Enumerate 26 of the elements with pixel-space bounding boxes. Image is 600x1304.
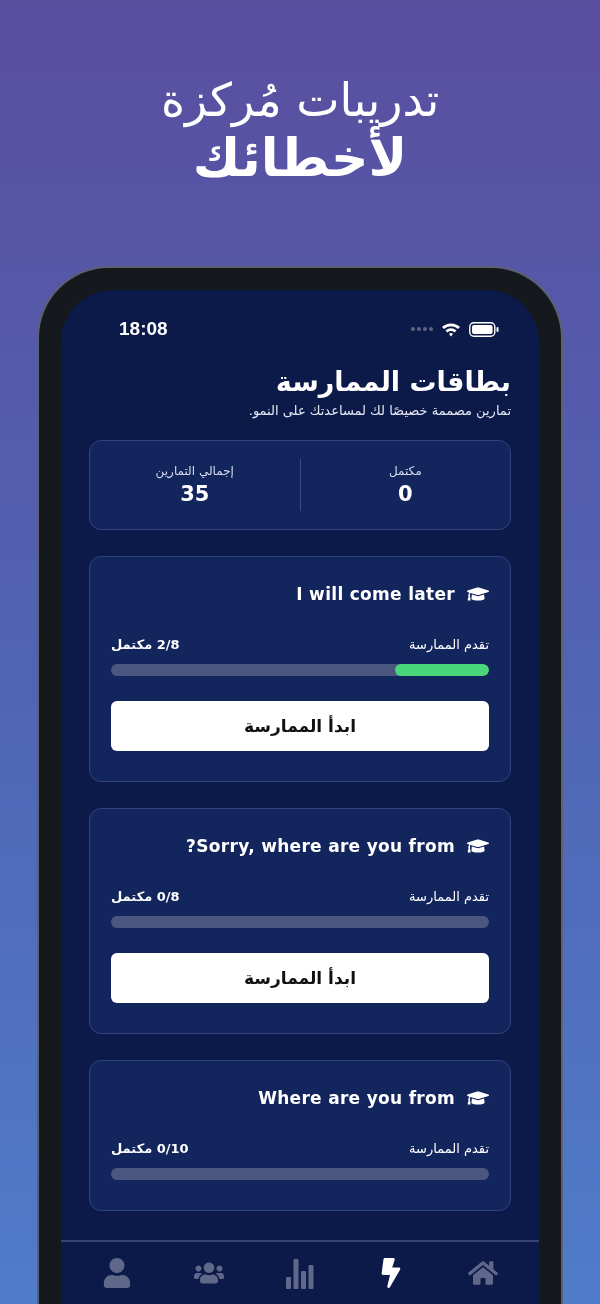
progress-count: 0/8 مكتمل <box>111 889 180 904</box>
status-time: 18:08 <box>119 318 168 340</box>
home-icon <box>468 1258 498 1288</box>
page-title: بطاقات الممارسة <box>274 366 511 397</box>
stat-value: 35 <box>180 482 210 506</box>
progress-label: تقدم الممارسة <box>409 1141 489 1156</box>
signal-dots-icon <box>411 327 433 331</box>
headline: تدريبات مُركزة <box>160 72 440 128</box>
card-title: Where are you from <box>258 1088 455 1108</box>
stat-label: مكتمل <box>388 464 422 478</box>
progress-label: تقدم الممارسة <box>409 889 489 904</box>
user-icon <box>102 1258 132 1288</box>
card-title: I will come later <box>296 584 455 604</box>
headline: لأخطائك <box>192 128 408 188</box>
progress-label: تقدم الممارسة <box>409 637 489 652</box>
battery-icon <box>469 321 499 337</box>
page-subtitle: تمارين مصممة خصيصًا لك لمساعدتك على النمو. <box>247 403 511 418</box>
bar-chart-icon <box>286 1257 314 1289</box>
card-title: ?Sorry, where are you from <box>186 836 455 856</box>
progress-count: 2/8 مكتمل <box>111 637 180 652</box>
wifi-icon <box>441 321 461 337</box>
stat-value: 0 <box>397 482 413 506</box>
progress-count: 0/10 مكتمل <box>111 1141 189 1156</box>
stat-label: إجمالي التمارين <box>155 464 234 478</box>
start-practice-button[interactable]: ابدأ الممارسة <box>111 953 489 1003</box>
start-practice-button[interactable]: ابدأ الممارسة <box>111 701 489 751</box>
